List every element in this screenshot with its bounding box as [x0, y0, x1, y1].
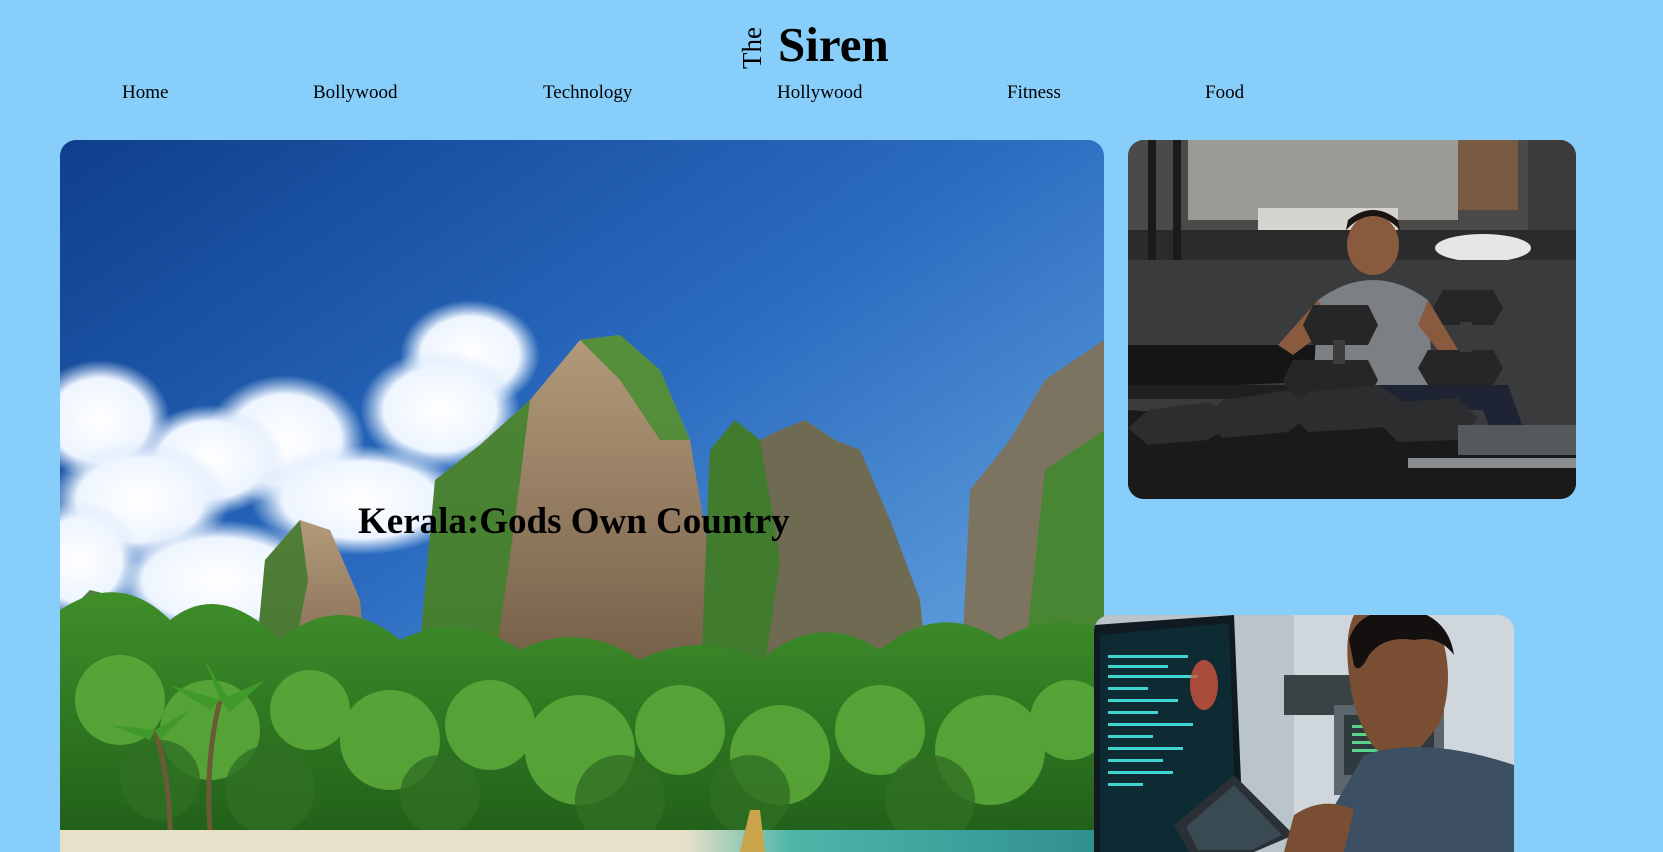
nav-item-home[interactable]: Home [122, 80, 168, 106]
main-nav: Home Bollywood Technology Hollywood Fitn… [0, 80, 1663, 106]
logo-name: Siren [778, 17, 889, 72]
hero-article-card[interactable]: Kerala:Gods Own Country [60, 140, 1104, 852]
nav-item-fitness[interactable]: Fitness [1007, 80, 1061, 106]
nav-item-technology[interactable]: Technology [543, 80, 632, 106]
hero-title[interactable]: Kerala:Gods Own Country [358, 500, 790, 544]
hero-image [60, 140, 1104, 852]
fitness-article-card[interactable] [1128, 140, 1576, 499]
technology-image [1094, 615, 1514, 852]
nav-item-food[interactable]: Food [1205, 80, 1244, 106]
site-logo[interactable]: The Siren [737, 12, 889, 78]
nav-item-hollywood[interactable]: Hollywood [777, 80, 863, 106]
page: The Siren Home Bollywood Technology Holl… [0, 0, 1663, 852]
nav-item-bollywood[interactable]: Bollywood [313, 80, 397, 106]
technology-article-card[interactable] [1094, 615, 1514, 852]
logo-prefix: The [737, 27, 767, 69]
fitness-image [1128, 140, 1576, 499]
